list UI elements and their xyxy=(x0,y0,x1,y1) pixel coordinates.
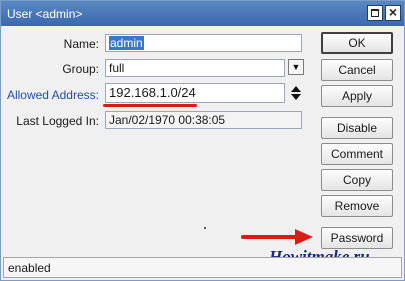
updown-stepper[interactable] xyxy=(290,85,302,101)
apply-button[interactable]: Apply xyxy=(321,85,393,107)
red-arrow-annotation xyxy=(241,235,297,239)
name-field[interactable]: admin xyxy=(105,34,302,52)
remove-button[interactable]: Remove xyxy=(321,195,393,217)
cancel-button[interactable]: Cancel xyxy=(321,59,393,81)
maximize-button[interactable] xyxy=(367,5,383,21)
group-label: Group: xyxy=(62,62,99,76)
allowed-address-value: 192.168.1.0/24 xyxy=(109,85,196,100)
last-logged-in-label: Last Logged In: xyxy=(16,114,99,128)
title-bar[interactable]: User <admin> × xyxy=(1,1,404,26)
maximize-icon xyxy=(371,9,379,17)
ok-button[interactable]: OK xyxy=(321,32,393,54)
status-text: enabled xyxy=(8,261,51,275)
last-logged-in-field: Jan/02/1970 00:38:05 xyxy=(105,111,302,129)
close-button[interactable]: × xyxy=(385,4,401,21)
password-button[interactable]: Password xyxy=(321,227,393,249)
red-arrow-head xyxy=(295,229,313,245)
status-bar: enabled xyxy=(3,257,402,278)
name-label: Name: xyxy=(63,37,99,51)
close-icon: × xyxy=(388,4,398,20)
chevron-down-icon: ▼ xyxy=(291,62,301,72)
user-dialog-window: User <admin> × Name: admin Group: full ▼… xyxy=(0,0,405,281)
group-value: full xyxy=(109,61,125,75)
copy-button[interactable]: Copy xyxy=(321,169,393,191)
arrow-up-icon[interactable] xyxy=(291,86,301,92)
arrow-down-icon[interactable] xyxy=(291,94,301,100)
last-logged-in-value: Jan/02/1970 00:38:05 xyxy=(109,113,226,127)
group-select[interactable]: full xyxy=(105,59,285,77)
window-title: User <admin> xyxy=(7,7,83,21)
group-dropdown-button[interactable]: ▼ xyxy=(288,59,304,75)
allowed-address-label: Allowed Address: xyxy=(6,88,99,102)
comment-button[interactable]: Comment xyxy=(321,143,393,165)
name-value: admin xyxy=(109,36,144,50)
disable-button[interactable]: Disable xyxy=(321,117,393,139)
stray-dot xyxy=(204,227,206,229)
red-underline-annotation xyxy=(103,104,197,107)
allowed-address-field[interactable]: 192.168.1.0/24 xyxy=(105,83,285,103)
